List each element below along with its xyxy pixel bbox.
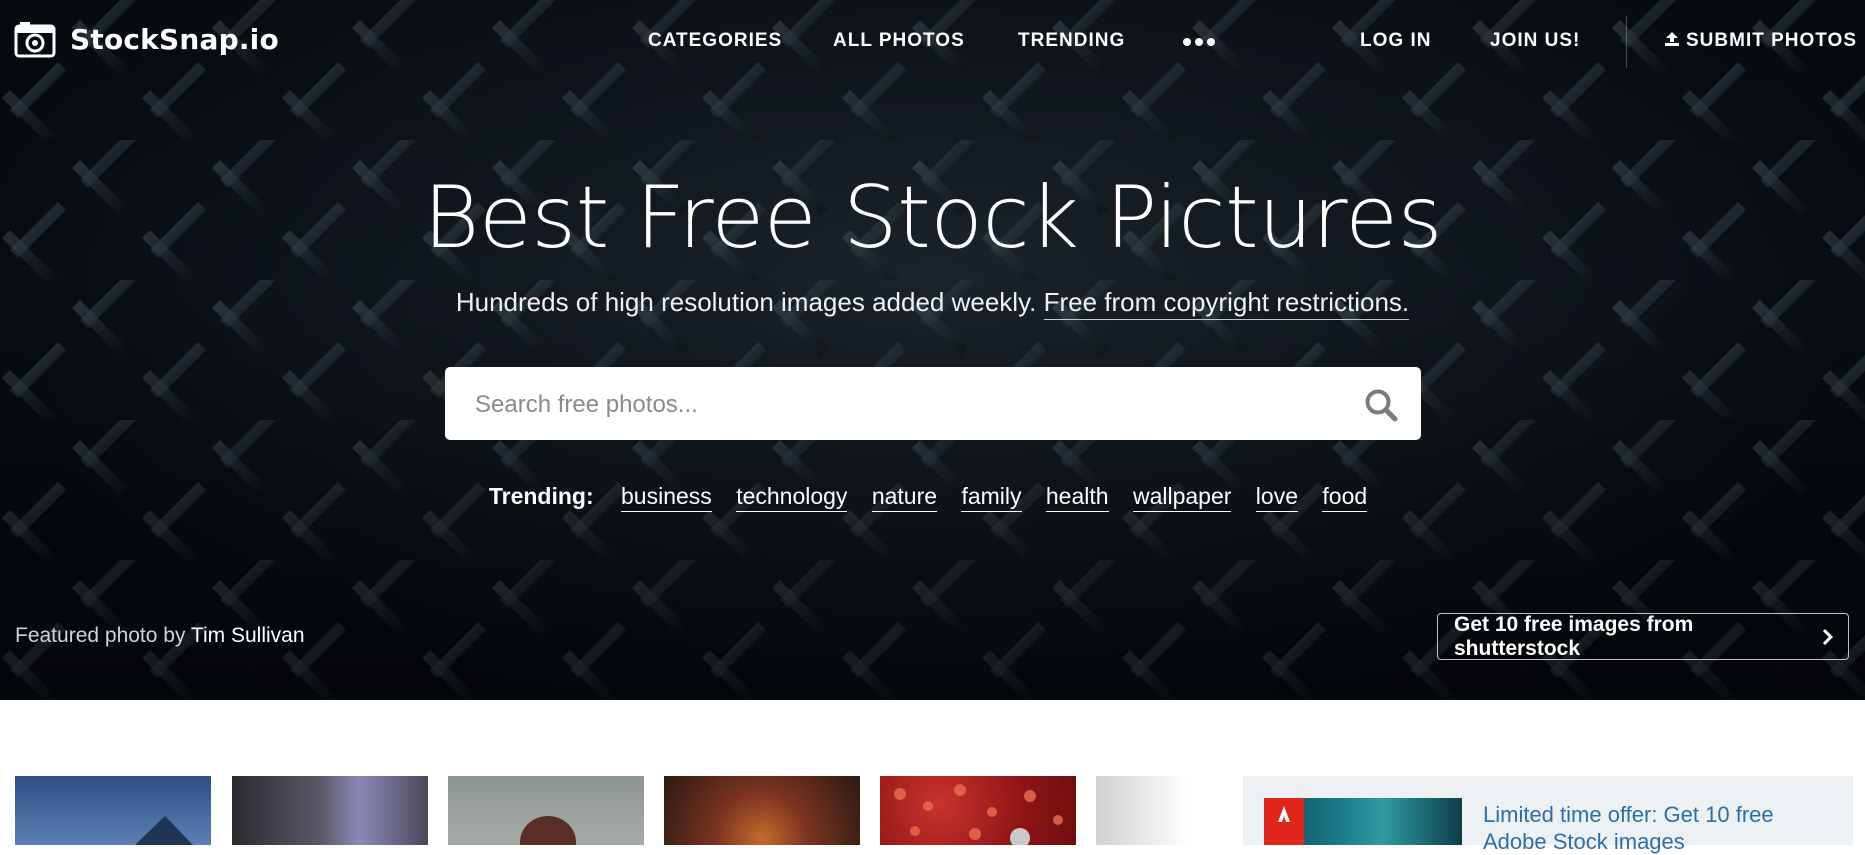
shutterstock-promo-button[interactable]: Get 10 free images from shutterstock (1437, 613, 1849, 660)
hero-title: Best Free Stock Pictures (423, 168, 1442, 268)
trending-label: Trending: (488, 483, 594, 509)
search-input[interactable] (473, 367, 1337, 442)
trending-tag[interactable]: love (1255, 483, 1298, 512)
trending-tag[interactable]: technology (736, 483, 848, 512)
featured-author-link[interactable]: Tim Sullivan (191, 624, 305, 647)
photo-thumbnail[interactable] (448, 776, 644, 845)
photo-thumbnail[interactable] (232, 776, 428, 845)
submit-photos-label: SUBMIT PHOTOS (1686, 30, 1857, 51)
promo-label: Get 10 free images from shutterstock (1454, 612, 1694, 660)
hero-shade (0, 0, 1865, 700)
nav-log-in[interactable]: LOG IN (1360, 30, 1431, 52)
ad-link[interactable]: Limited time offer: Get 10 free Adobe St… (1483, 801, 1823, 855)
photo-thumbnail[interactable] (664, 776, 860, 845)
trending-tag[interactable]: family (961, 483, 1022, 512)
nav-all-photos[interactable]: ALL PHOTOS (833, 30, 965, 52)
chevron-right-icon (1823, 628, 1834, 645)
trending-tags: Trending: business technology nature fam… (0, 483, 1865, 512)
adobe-logo-icon (1264, 798, 1304, 845)
nav-trending[interactable]: TRENDING (1018, 30, 1125, 52)
photo-thumbnail[interactable] (1096, 776, 1188, 845)
featured-credit: Featured photo by Tim Sullivan (15, 624, 305, 648)
trending-tag[interactable]: business (621, 483, 712, 512)
search-icon[interactable] (1363, 387, 1399, 423)
hero-banner (0, 0, 1865, 700)
copyright-link[interactable]: Free from copyright restrictions. (1043, 287, 1410, 320)
trending-tag[interactable]: wallpaper (1132, 483, 1232, 512)
hero-subtitle: Hundreds of high resolution images added… (0, 287, 1865, 320)
top-nav: CATEGORIES ALL PHOTOS TRENDING LOG IN JO… (0, 30, 1865, 54)
more-dots-icon[interactable] (1183, 38, 1215, 46)
search-bar (445, 367, 1421, 442)
nav-categories[interactable]: CATEGORIES (648, 30, 782, 52)
trending-tag[interactable]: health (1045, 483, 1109, 512)
trending-tag[interactable]: nature (871, 483, 938, 512)
nav-divider (1626, 16, 1627, 68)
featured-prefix: Featured photo by (15, 624, 186, 647)
photo-thumbnail[interactable] (880, 776, 1076, 845)
hero-subtitle-text: Hundreds of high resolution images added… (455, 287, 1037, 317)
nav-join[interactable]: JOIN US! (1490, 30, 1580, 52)
trending-tag[interactable]: food (1322, 483, 1368, 512)
photo-thumbnail[interactable] (15, 776, 211, 845)
upload-icon (1665, 32, 1679, 46)
ad-image (1264, 798, 1462, 845)
adobe-stock-ad[interactable]: Limited time offer: Get 10 free Adobe St… (1243, 776, 1853, 854)
nav-submit-photos[interactable]: SUBMIT PHOTOS (1664, 30, 1857, 52)
